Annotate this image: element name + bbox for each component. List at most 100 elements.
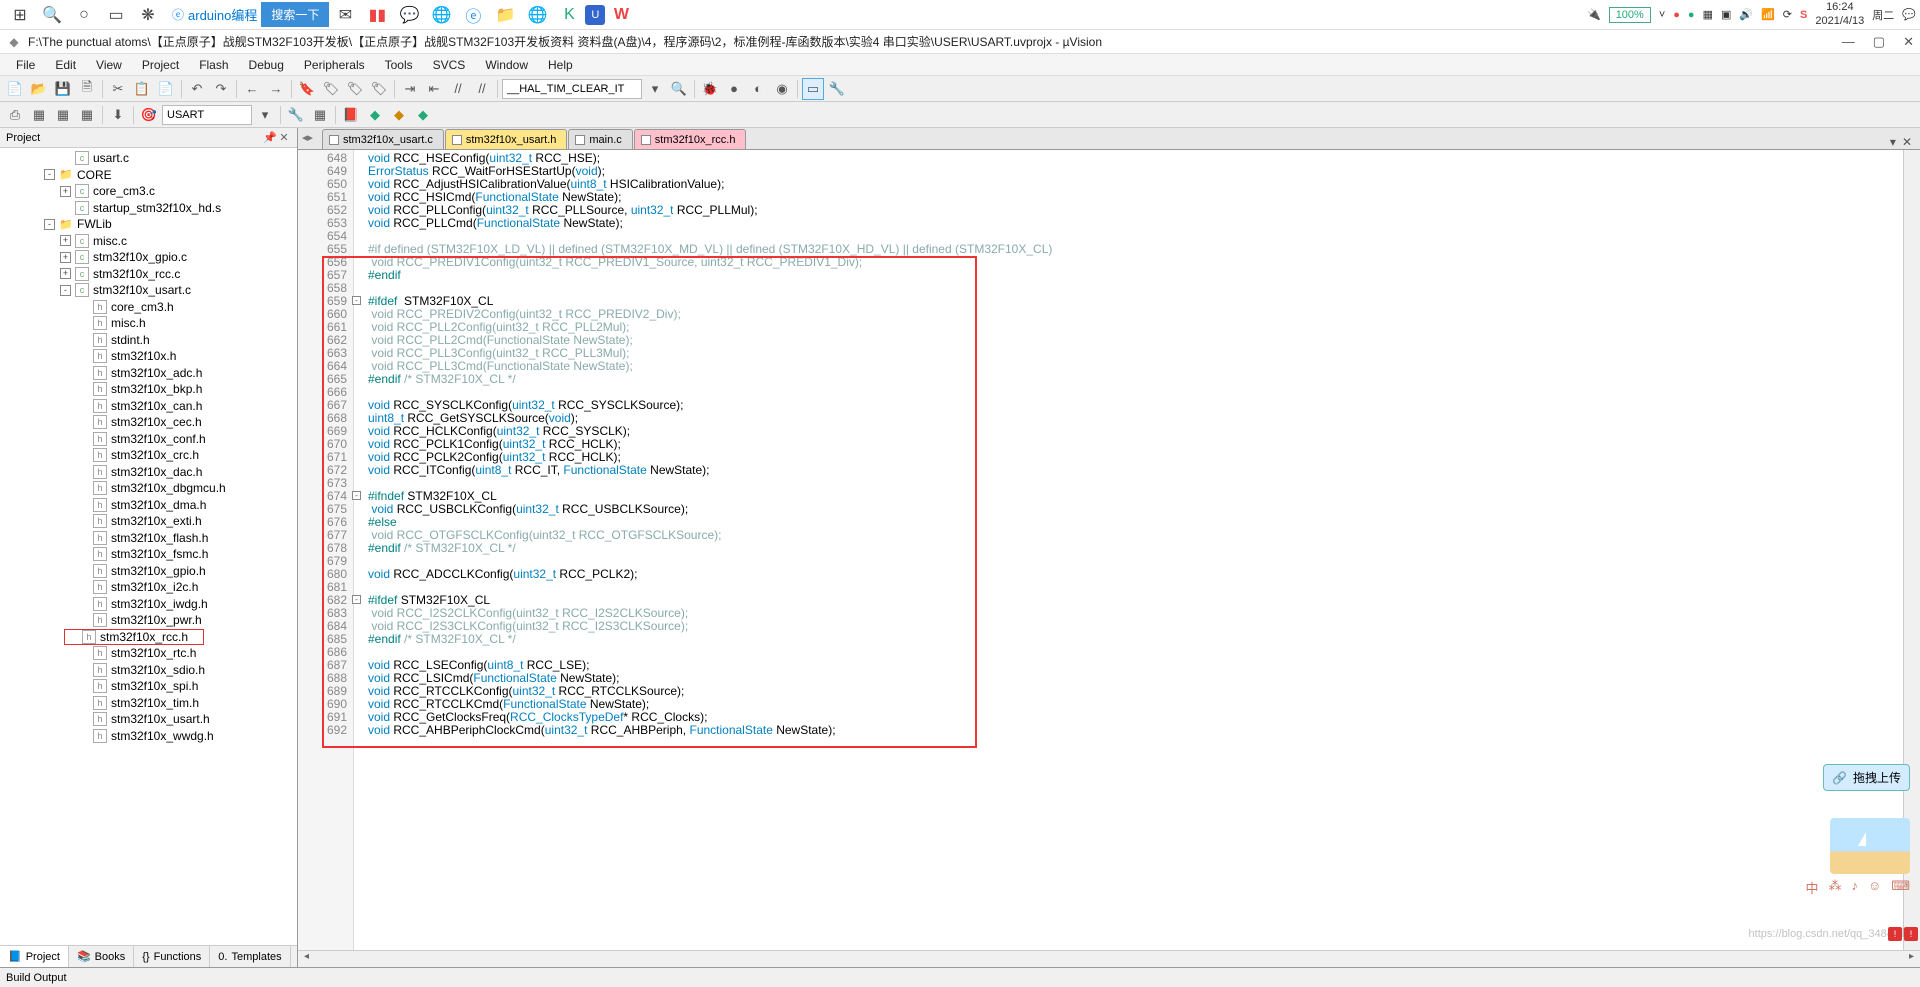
tree-item[interactable]: +cstm32f10x_rcc.c bbox=[0, 266, 297, 283]
files-icon[interactable]: 📁 bbox=[489, 1, 521, 29]
start-icon[interactable]: ⊞ bbox=[4, 1, 36, 29]
search-icon[interactable]: 🔍 bbox=[36, 1, 68, 29]
scroll-left-icon[interactable]: ◂ bbox=[298, 951, 315, 967]
tab-nav-icon[interactable]: ◂▸ bbox=[302, 131, 313, 144]
bookmark-icon[interactable]: 🏷 bbox=[320, 78, 342, 100]
tab-menu-icon[interactable]: ▾ bbox=[1890, 135, 1896, 149]
tree-item[interactable]: hstm32f10x_exti.h bbox=[0, 513, 297, 530]
tree-item[interactable]: hstm32f10x_wwdg.h bbox=[0, 728, 297, 745]
saveall-icon[interactable]: 🗎 bbox=[76, 78, 98, 100]
nav-back-icon[interactable]: ← bbox=[241, 78, 263, 100]
tree-item[interactable]: -cstm32f10x_usart.c bbox=[0, 282, 297, 299]
comment-icon[interactable]: // bbox=[447, 78, 469, 100]
editor-tab[interactable]: stm32f10x_usart.h bbox=[445, 129, 568, 149]
translate-icon[interactable]: ⎙ bbox=[4, 104, 26, 126]
pack-icon[interactable]: ◆ bbox=[412, 104, 434, 126]
batch-icon[interactable]: ▦ bbox=[76, 104, 98, 126]
tree-item[interactable]: hstm32f10x_dac.h bbox=[0, 464, 297, 481]
tree-item[interactable]: hstm32f10x_sdio.h bbox=[0, 662, 297, 679]
tree-item[interactable]: hstm32f10x_gpio.h bbox=[0, 563, 297, 580]
wechat-icon[interactable]: 💬 bbox=[393, 1, 425, 29]
code-editor[interactable]: 648649650651652653654655656657658659-660… bbox=[298, 150, 1920, 950]
panel-pin-icon[interactable]: 📌 bbox=[263, 131, 277, 144]
nav-fwd-icon[interactable]: → bbox=[265, 78, 287, 100]
volume-icon[interactable]: 🔊 bbox=[1739, 8, 1753, 21]
bookmark-icon[interactable]: 🏷 bbox=[344, 78, 366, 100]
horizontal-scrollbar[interactable]: ◂ ▸ bbox=[298, 950, 1920, 967]
copy-icon[interactable]: 📋 bbox=[131, 78, 153, 100]
tree-item[interactable]: +cmisc.c bbox=[0, 233, 297, 250]
tree-item[interactable]: +ccore_cm3.c bbox=[0, 183, 297, 200]
tray-icon[interactable]: ● bbox=[1673, 9, 1680, 21]
menu-window[interactable]: Window bbox=[475, 58, 538, 72]
download-icon[interactable]: ⬇ bbox=[107, 104, 129, 126]
code-content[interactable]: void RCC_HSEConfig(uint32_t RCC_HSE);Err… bbox=[354, 150, 1903, 950]
wifi-icon[interactable]: 📶 bbox=[1761, 8, 1775, 21]
menu-flash[interactable]: Flash bbox=[189, 58, 238, 72]
redo-icon[interactable]: ↷ bbox=[210, 78, 232, 100]
app-icon[interactable]: ❋ bbox=[132, 1, 164, 29]
tree-item[interactable]: hstm32f10x_fsmc.h bbox=[0, 546, 297, 563]
tree-item[interactable]: hstm32f10x_adc.h bbox=[0, 365, 297, 382]
tree-item[interactable]: hstm32f10x_flash.h bbox=[0, 530, 297, 547]
menu-file[interactable]: File bbox=[6, 58, 45, 72]
u-icon[interactable]: U bbox=[585, 5, 605, 25]
tray-icon[interactable]: ▣ bbox=[1721, 8, 1731, 21]
books-icon[interactable]: 📕 bbox=[340, 104, 362, 126]
wps-icon[interactable]: W bbox=[605, 1, 637, 29]
breakpoint-icon[interactable]: ◉ bbox=[771, 78, 793, 100]
mail-icon[interactable]: ✉ bbox=[329, 1, 361, 29]
sync-icon[interactable]: ⟳ bbox=[1783, 8, 1792, 21]
rebuild-icon[interactable]: ▦ bbox=[52, 104, 74, 126]
tree-item[interactable]: cusart.c bbox=[0, 150, 297, 167]
tray-caret-icon[interactable]: ˅ bbox=[1659, 9, 1665, 21]
target-select[interactable] bbox=[162, 105, 252, 125]
debug-icon[interactable]: 🐞 bbox=[699, 78, 721, 100]
tree-item[interactable]: hstm32f10x_pwr.h bbox=[0, 612, 297, 629]
search-go-button[interactable]: 搜索一下 bbox=[261, 2, 329, 27]
tree-item[interactable]: -📁CORE bbox=[0, 167, 297, 184]
project-tree[interactable]: cusart.c-📁CORE+ccore_cm3.ccstartup_stm32… bbox=[0, 148, 297, 945]
panel-tab-templates[interactable]: 0.Templates bbox=[210, 946, 290, 967]
panel-tab-project[interactable]: 📘Project bbox=[0, 946, 69, 967]
tree-item[interactable]: hstm32f10x_can.h bbox=[0, 398, 297, 415]
tray-icon[interactable]: ● bbox=[1688, 9, 1695, 21]
ie2-icon[interactable]: ⓔ bbox=[457, 1, 489, 29]
tree-item[interactable]: hstm32f10x_conf.h bbox=[0, 431, 297, 448]
save-icon[interactable]: 💾 bbox=[52, 78, 74, 100]
tree-item[interactable]: hstm32f10x_rcc.h bbox=[64, 629, 204, 646]
close-button[interactable]: ✕ bbox=[1903, 34, 1914, 50]
tree-item[interactable]: hstm32f10x_i2c.h bbox=[0, 579, 297, 596]
menu-peripherals[interactable]: Peripherals bbox=[294, 58, 375, 72]
menu-help[interactable]: Help bbox=[538, 58, 583, 72]
bookmark-icon[interactable]: 🔖 bbox=[296, 78, 318, 100]
tree-item[interactable]: hstm32f10x.h bbox=[0, 348, 297, 365]
config-icon[interactable]: 🔧 bbox=[826, 78, 848, 100]
clock[interactable]: 16:24 2021/4/13 bbox=[1815, 1, 1864, 27]
options-icon[interactable]: 🔧 bbox=[285, 104, 307, 126]
tree-item[interactable]: hstm32f10x_crc.h bbox=[0, 447, 297, 464]
breakpoint-icon[interactable]: ◐ bbox=[747, 78, 769, 100]
menu-svcs[interactable]: SVCS bbox=[423, 58, 476, 72]
s-icon[interactable]: S bbox=[1800, 9, 1807, 21]
tree-item[interactable]: hstm32f10x_iwdg.h bbox=[0, 596, 297, 613]
chrome-icon[interactable]: 🌐 bbox=[425, 1, 457, 29]
menu-tools[interactable]: Tools bbox=[375, 58, 423, 72]
panel-tab-functions[interactable]: {}Functions bbox=[134, 946, 210, 967]
tree-item[interactable]: hstm32f10x_rtc.h bbox=[0, 645, 297, 662]
panel-close-icon[interactable]: ✕ bbox=[277, 131, 291, 144]
chrome2-icon[interactable]: 🌐 bbox=[521, 1, 553, 29]
tree-item[interactable]: hstm32f10x_tim.h bbox=[0, 695, 297, 712]
tree-item[interactable]: hstm32f10x_usart.h bbox=[0, 711, 297, 728]
tree-item[interactable]: hstm32f10x_dbgmcu.h bbox=[0, 480, 297, 497]
tree-item[interactable]: hstm32f10x_cec.h bbox=[0, 414, 297, 431]
bookmark-icon[interactable]: 🏷 bbox=[368, 78, 390, 100]
pack-icon[interactable]: ◆ bbox=[388, 104, 410, 126]
cortana-icon[interactable]: ○ bbox=[68, 1, 100, 29]
scroll-right-icon[interactable]: ▸ bbox=[1903, 951, 1920, 967]
menu-project[interactable]: Project bbox=[132, 58, 189, 72]
pack-icon[interactable]: ◆ bbox=[364, 104, 386, 126]
target-icon[interactable]: 🎯 bbox=[138, 104, 160, 126]
keil-icon[interactable]: K bbox=[553, 1, 585, 29]
editor-tab[interactable]: stm32f10x_usart.c bbox=[322, 129, 444, 149]
